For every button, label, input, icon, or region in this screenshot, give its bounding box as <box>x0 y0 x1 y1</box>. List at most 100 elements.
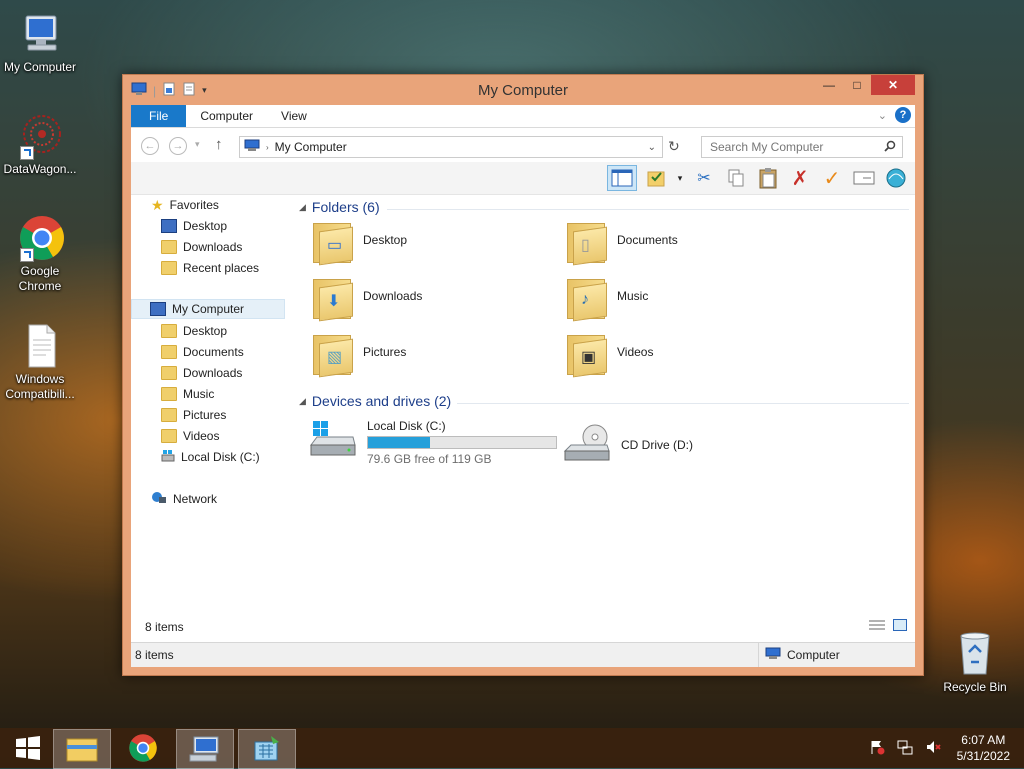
status-zone: Computer <box>758 643 915 667</box>
recent-locations-icon[interactable]: ▾ <box>195 139 200 150</box>
select-dropdown-icon[interactable]: ▾ <box>675 165 685 191</box>
title-bar[interactable]: | ▾ My Computer — □ ✕ <box>123 75 923 105</box>
nav-label: Local Disk (C:) <box>181 450 260 464</box>
large-icons-view-icon[interactable] <box>893 619 907 634</box>
details-view-icon[interactable] <box>869 619 885 634</box>
select-all-icon[interactable] <box>643 165 669 191</box>
recent-places-icon <box>161 261 177 275</box>
preview-pane-button[interactable] <box>607 165 637 191</box>
tab-file[interactable]: File <box>131 105 187 127</box>
drive-label: CD Drive (D:) <box>621 437 693 452</box>
desktop-icon-windows-compatibility[interactable]: Windows Compatibili... <box>0 322 80 402</box>
desktop-icon-recycle-bin[interactable]: Recycle Bin <box>935 630 1015 695</box>
nav-videos[interactable]: Videos <box>161 426 219 446</box>
minimize-button[interactable]: — <box>815 75 843 95</box>
cd-drive-icon <box>563 423 611 466</box>
collapse-icon[interactable]: ◢ <box>299 202 306 213</box>
nav-label: Desktop <box>183 324 228 338</box>
folders-group-header[interactable]: ◢ Folders (6) <box>299 199 380 215</box>
nav-fav-recent-places[interactable]: Recent places <box>161 258 259 278</box>
address-bar[interactable]: › My Computer ⌄ <box>239 136 663 158</box>
desktop-icon <box>161 219 177 233</box>
up-arrow-icon[interactable]: ↑ <box>215 136 223 153</box>
copy-icon[interactable] <box>723 165 749 191</box>
ribbon-tabs: File Computer View ⌄ ? <box>131 105 915 128</box>
folder-music[interactable]: ♪ Music <box>565 273 648 322</box>
address-dropdown-icon[interactable]: ⌄ <box>648 142 656 153</box>
desktop-folder-icon <box>161 324 177 338</box>
rename-check-icon[interactable]: ✓ <box>819 165 845 191</box>
expand-ribbon-icon[interactable]: ⌄ <box>878 109 887 122</box>
nav-label: Videos <box>183 429 220 443</box>
nav-music[interactable]: Music <box>161 384 214 404</box>
nav-fav-downloads[interactable]: Downloads <box>161 237 242 257</box>
desktop-icon-datawagon[interactable]: DataWagon... <box>0 112 80 177</box>
desktop-icon-my-computer[interactable]: My Computer <box>0 10 80 75</box>
taskbar-app[interactable] <box>238 729 296 769</box>
nav-local-disk[interactable]: Local Disk (C:) <box>161 447 260 467</box>
nav-favorites[interactable]: ★ Favorites <box>151 195 219 215</box>
collapse-icon[interactable]: ◢ <box>299 396 306 407</box>
forward-button[interactable]: → <box>169 137 187 155</box>
desktop-icon-label: Windows Compatibili... <box>5 372 75 401</box>
nav-my-computer[interactable]: My Computer <box>131 299 285 319</box>
downloads-folder-icon <box>161 240 177 254</box>
taskbar-chrome[interactable] <box>115 729 171 767</box>
clock[interactable]: 6:07 AM 5/31/2022 <box>957 732 1010 764</box>
start-button[interactable] <box>0 729 56 767</box>
system-tray: 6:07 AM 5/31/2022 <box>863 728 1024 768</box>
help-button[interactable]: ? <box>895 107 911 123</box>
clock-time: 6:07 AM <box>961 733 1006 747</box>
breadcrumb-chevron-icon[interactable]: › <box>266 143 269 152</box>
address-path[interactable]: My Computer <box>275 140 347 154</box>
taskbar-explorer[interactable] <box>53 729 111 769</box>
tab-view[interactable]: View <box>267 105 321 127</box>
downloads-folder-icon <box>161 366 177 380</box>
properties-icon[interactable] <box>851 165 877 191</box>
action-center-flag-icon[interactable] <box>869 739 885 758</box>
local-disk-icon <box>309 419 357 464</box>
nav-downloads[interactable]: Downloads <box>161 363 242 383</box>
shortcut-arrow-icon <box>20 146 34 160</box>
folder-downloads[interactable]: ⬇ Downloads <box>311 273 422 322</box>
details-status: 8 items <box>131 613 915 641</box>
drives-group-header[interactable]: ◢ Devices and drives (2) <box>299 393 451 409</box>
folder-desktop[interactable]: ▭ Desktop <box>311 217 407 266</box>
maximize-button[interactable]: □ <box>843 75 871 95</box>
delete-icon[interactable]: ✗ <box>787 165 813 191</box>
nav-label: Recent places <box>183 261 260 275</box>
cut-icon[interactable]: ✂ <box>691 165 717 191</box>
nav-desktop[interactable]: Desktop <box>161 321 227 341</box>
folder-videos[interactable]: ▣ Videos <box>565 329 653 378</box>
nav-network[interactable]: Network <box>151 489 217 509</box>
computer-icon <box>189 736 219 762</box>
nav-label: My Computer <box>172 302 245 316</box>
file-explorer-icon <box>66 738 98 762</box>
group-divider <box>457 403 909 404</box>
drive-cd[interactable]: CD Drive (D:) <box>563 423 693 466</box>
search-box[interactable]: Search My Computer <box>701 136 903 158</box>
drive-local-disk[interactable]: Local Disk (C:) 79.6 GB free of 119 GB <box>309 419 557 466</box>
nav-label: Pictures <box>183 408 227 422</box>
paste-icon[interactable] <box>755 165 781 191</box>
desktop-icon-label: DataWagon... <box>3 162 77 176</box>
star-icon: ★ <box>151 196 164 213</box>
nav-documents[interactable]: Documents <box>161 342 244 362</box>
folder-documents[interactable]: ▯ Documents <box>565 217 678 266</box>
network-tray-icon[interactable] <box>897 739 913 758</box>
folder-pictures[interactable]: ▧ Pictures <box>311 329 406 378</box>
shell-icon[interactable] <box>883 165 909 191</box>
desktop-icon-google-chrome[interactable]: Google Chrome <box>0 214 80 294</box>
nav-fav-desktop[interactable]: Desktop <box>161 216 227 236</box>
nav-pictures[interactable]: Pictures <box>161 405 226 425</box>
volume-muted-icon[interactable] <box>925 739 941 758</box>
folder-label: Documents <box>617 233 678 247</box>
search-icon[interactable] <box>884 140 896 155</box>
tab-computer[interactable]: Computer <box>186 105 267 127</box>
taskbar-my-computer[interactable] <box>176 729 234 769</box>
clock-date: 5/31/2022 <box>956 749 1010 763</box>
search-input[interactable]: Search My Computer <box>710 140 823 154</box>
back-button[interactable]: ← <box>141 137 159 155</box>
refresh-icon[interactable]: ↻ <box>668 138 680 155</box>
close-button[interactable]: ✕ <box>871 75 915 95</box>
